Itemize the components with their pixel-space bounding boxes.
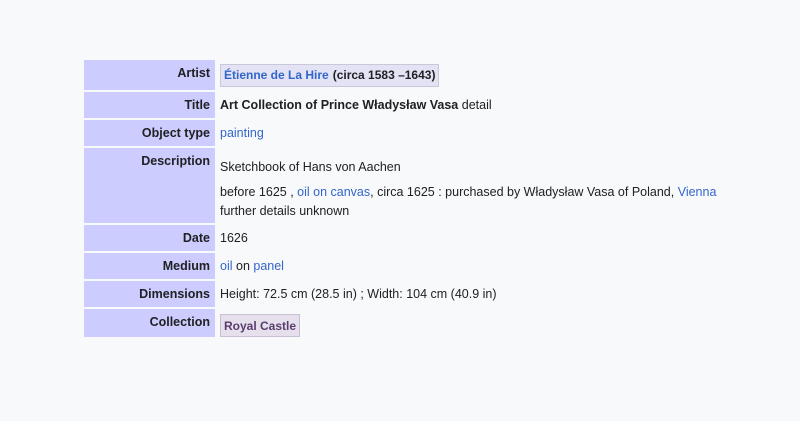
row-object-type: Object type painting [84, 119, 800, 148]
vienna-link[interactable]: Vienna [678, 185, 717, 199]
object-type-link[interactable]: painting [220, 126, 264, 140]
artist-box: Étienne de La Hire (circa 1583 –1643) [220, 64, 440, 87]
medium-value: oil on panel [215, 252, 800, 281]
collection-box[interactable]: Royal Castle [220, 314, 301, 337]
medium-middle: on [232, 259, 254, 273]
description-line1: Sketchbook of Hans von Aachen [220, 160, 401, 174]
artist-label: Artist [84, 60, 215, 92]
panel-link[interactable]: panel [253, 259, 284, 273]
date-label: Date [84, 224, 215, 253]
medium-label: Medium [84, 252, 215, 281]
collection-value-cell: Royal Castle [215, 308, 800, 339]
collection-label: Collection [84, 308, 215, 339]
artist-dates: (circa 1583 –1643) [332, 68, 436, 82]
dimensions-value: Height: 72.5 cm (28.5 in) ; Width: 104 c… [215, 280, 800, 309]
description-part3: further details unknown [220, 204, 350, 218]
date-value: 1626 [215, 224, 800, 253]
title-label: Title [84, 91, 215, 120]
object-type-label: Object type [84, 119, 215, 148]
artist-value: Étienne de La Hire (circa 1583 –1643) [215, 60, 800, 92]
dimensions-label: Dimensions [84, 280, 215, 309]
title-suffix: detail [461, 98, 492, 112]
row-date: Date 1626 [84, 224, 800, 253]
description-label: Description [84, 147, 215, 225]
title-value: Art Collection of Prince Władysław Vasa … [215, 91, 800, 120]
object-type-value: painting [215, 119, 800, 148]
row-medium: Medium oil on panel [84, 252, 800, 281]
oil-on-canvas-link[interactable]: oil on canvas [297, 185, 370, 199]
description-line2: before 1625 , oil on canvas, circa 1625 … [220, 183, 800, 221]
artist-link[interactable]: Étienne de La Hire [224, 68, 329, 82]
row-dimensions: Dimensions Height: 72.5 cm (28.5 in) ; W… [84, 280, 800, 309]
row-artist: Artist Étienne de La Hire (circa 1583 –16… [84, 60, 800, 92]
row-description: Description Sketchbook of Hans von Aache… [84, 147, 800, 225]
description-part2: , circa 1625 : purchased by Władysław Va… [370, 185, 678, 199]
row-title: Title Art Collection of Prince Władysław… [84, 91, 800, 120]
row-collection: Collection Royal Castle [84, 308, 800, 339]
oil-link[interactable]: oil [220, 259, 233, 273]
artwork-info-table: Artist Étienne de La Hire (circa 1583 –16… [84, 60, 800, 339]
description-part1: before 1625 , [220, 185, 298, 199]
description-value: Sketchbook of Hans von Aachen before 162… [215, 147, 800, 225]
title-name: Art Collection of Prince Władysław Vasa [220, 98, 459, 112]
